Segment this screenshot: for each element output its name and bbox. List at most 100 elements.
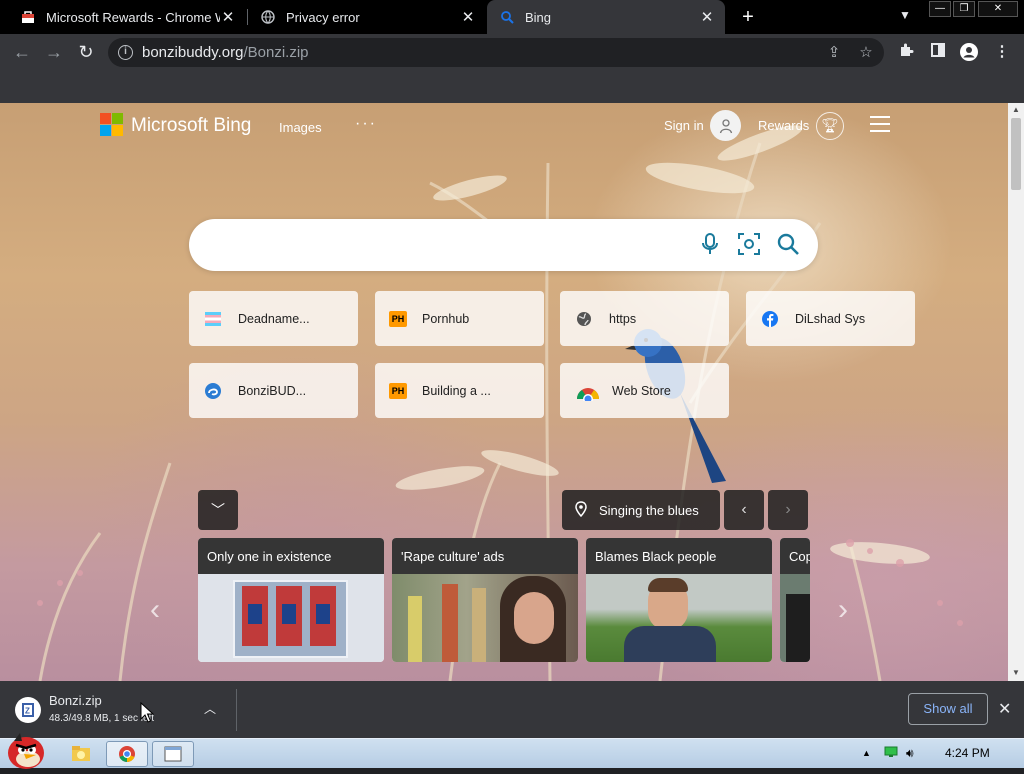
quick-link-https[interactable]: https xyxy=(560,291,729,346)
tab-title: Bing xyxy=(525,9,552,25)
network-icon[interactable] xyxy=(884,746,898,761)
quick-link-pornhub[interactable]: PH Pornhub xyxy=(375,291,544,346)
scroll-up-arrow-icon[interactable]: ▲ xyxy=(1008,104,1024,116)
scroll-down-arrow-icon[interactable]: ▼ xyxy=(1008,667,1024,679)
user-avatar-icon[interactable] xyxy=(710,110,741,141)
new-tab-button[interactable]: + xyxy=(738,6,758,28)
hamburger-menu-icon[interactable] xyxy=(870,116,890,132)
quick-link-label: Deadname... xyxy=(238,311,310,326)
show-all-downloads-button[interactable]: Show all xyxy=(908,693,988,725)
extensions-puzzle-icon[interactable] xyxy=(896,42,916,62)
more-options-icon[interactable]: ··· xyxy=(355,115,377,133)
chevron-up-icon[interactable]: ︿ xyxy=(204,700,216,717)
news-thumbnail-man xyxy=(586,574,772,662)
quick-link-web-store[interactable]: Web Store xyxy=(560,363,729,418)
search-box[interactable] xyxy=(189,219,818,271)
back-arrow-icon[interactable]: ← xyxy=(10,40,34,64)
news-thumbnail-partial xyxy=(780,574,810,662)
start-button-angry-bird-icon[interactable] xyxy=(4,731,48,769)
download-filename[interactable]: Bonzi.zip xyxy=(49,693,102,708)
news-headline: Only one in existence xyxy=(198,538,384,574)
rewards-link[interactable]: Rewards xyxy=(758,118,809,133)
previous-image-button[interactable]: ‹ xyxy=(724,490,764,530)
bookmark-star-icon[interactable]: ☆ xyxy=(856,43,876,63)
next-image-button[interactable]: › xyxy=(768,490,808,530)
taskbar-explorer-icon[interactable] xyxy=(60,741,102,767)
url-path: /Bonzi.zip xyxy=(243,44,309,61)
microsoft-logo-icon[interactable] xyxy=(100,113,124,137)
quick-link-label: Building a ... xyxy=(422,383,491,398)
visual-search-icon[interactable] xyxy=(736,232,762,258)
tab-close-icon[interactable]: ✕ xyxy=(220,8,236,26)
volume-icon[interactable]: 🔊︎ xyxy=(906,746,914,761)
chrome-webstore-favicon-icon xyxy=(20,9,36,25)
svg-text:Z: Z xyxy=(25,707,30,716)
tab-close-icon[interactable]: ✕ xyxy=(699,8,715,26)
trans-flag-icon xyxy=(203,309,223,329)
image-info-button[interactable]: Singing the blues xyxy=(562,490,720,530)
tab-close-icon[interactable]: ✕ xyxy=(460,8,476,26)
quick-link-building[interactable]: PH Building a ... xyxy=(375,363,544,418)
restore-button[interactable]: ❐ xyxy=(953,1,975,17)
news-thumbnail-woman xyxy=(392,574,578,662)
microphone-icon[interactable] xyxy=(697,232,723,258)
mouse-cursor-icon xyxy=(140,702,154,723)
chevron-down-icon: ﹀ xyxy=(211,502,225,518)
download-status: 48.3/49.8 MB, 1 sec left xyxy=(49,713,155,724)
tab-bing[interactable]: Bing ✕ xyxy=(487,0,725,34)
news-thumbnail-jerseys xyxy=(198,574,384,662)
show-hidden-icons-chevron-icon[interactable]: ▲ xyxy=(862,748,871,758)
bing-search-favicon-icon xyxy=(499,9,515,25)
location-pin-icon xyxy=(575,500,587,520)
tab-search-chevron-icon[interactable]: ▼ xyxy=(896,8,914,26)
share-icon[interactable]: ⇪ xyxy=(824,43,844,63)
forward-arrow-icon[interactable]: → xyxy=(42,40,66,64)
carousel-left-arrow-icon[interactable]: ‹ xyxy=(150,593,160,627)
windows-taskbar: ▲ 🔊︎ 4:24 PM xyxy=(0,733,1024,769)
carousel-right-arrow-icon[interactable]: › xyxy=(838,593,848,627)
image-caption: Singing the blues xyxy=(599,502,699,518)
collapse-feed-button[interactable]: ﹀ xyxy=(198,490,238,530)
quick-link-label: BonziBUD... xyxy=(238,383,307,398)
rewards-trophy-icon[interactable]: 🏆︎ xyxy=(816,112,844,140)
quick-link-dilshad[interactable]: DiLshad Sys xyxy=(746,291,915,346)
ph-icon: PH xyxy=(389,310,407,327)
profile-avatar-icon[interactable] xyxy=(959,42,979,62)
news-card[interactable]: Cop xyxy=(780,538,810,662)
sign-in-link[interactable]: Sign in xyxy=(664,118,704,133)
taskbar-chrome-icon[interactable] xyxy=(106,741,148,767)
url-text[interactable]: bonzibuddy.org/Bonzi.zip xyxy=(142,44,309,61)
menu-kebab-icon[interactable]: ⋮ xyxy=(992,42,1012,62)
bing-brand-name[interactable]: Microsoft Bing xyxy=(131,115,251,137)
quick-link-bonzibuddy[interactable]: BonziBUD... xyxy=(189,363,358,418)
zip-file-icon[interactable]: Z xyxy=(15,697,41,723)
tab-privacy-error[interactable]: Privacy error ✕ xyxy=(248,0,486,34)
close-window-button[interactable]: ✕ xyxy=(978,1,1018,17)
reload-icon[interactable]: ↻ xyxy=(74,40,98,64)
side-panel-icon[interactable] xyxy=(928,42,948,62)
taskbar-clock[interactable]: 4:24 PM xyxy=(945,746,990,760)
search-icon[interactable] xyxy=(775,232,801,258)
news-headline: Blames Black people xyxy=(586,538,772,574)
news-card[interactable]: 'Rape culture' ads xyxy=(392,538,578,662)
browser-toolbar: ← → ↻ i bonzibuddy.org/Bonzi.zip ⇪ ☆ ⋮ xyxy=(0,34,1024,70)
minimize-button[interactable]: — xyxy=(929,1,951,17)
quick-link-label: Pornhub xyxy=(422,311,470,326)
search-input[interactable] xyxy=(209,229,689,261)
news-card[interactable]: Only one in existence xyxy=(198,538,384,662)
edge-icon xyxy=(203,381,223,401)
quick-link-deadname[interactable]: Deadname... xyxy=(189,291,358,346)
close-download-bar-icon[interactable]: ✕ xyxy=(998,699,1011,719)
download-separator xyxy=(236,689,237,731)
ph-icon: PH xyxy=(389,382,407,399)
tab-microsoft-rewards[interactable]: Microsoft Rewards - Chrome W ✕ xyxy=(8,0,246,34)
scrollbar-thumb[interactable] xyxy=(1011,118,1021,190)
news-card[interactable]: Blames Black people xyxy=(586,538,772,662)
taskbar-window-icon[interactable] xyxy=(152,741,194,767)
tab-title: Privacy error xyxy=(286,9,360,25)
address-bar[interactable]: i bonzibuddy.org/Bonzi.zip ⇪ ☆ xyxy=(108,38,884,67)
images-link[interactable]: Images xyxy=(279,120,322,135)
facebook-icon xyxy=(760,309,780,329)
site-info-icon[interactable]: i xyxy=(118,45,133,60)
tab-strip: Microsoft Rewards - Chrome W ✕ Privacy e… xyxy=(0,0,1024,34)
